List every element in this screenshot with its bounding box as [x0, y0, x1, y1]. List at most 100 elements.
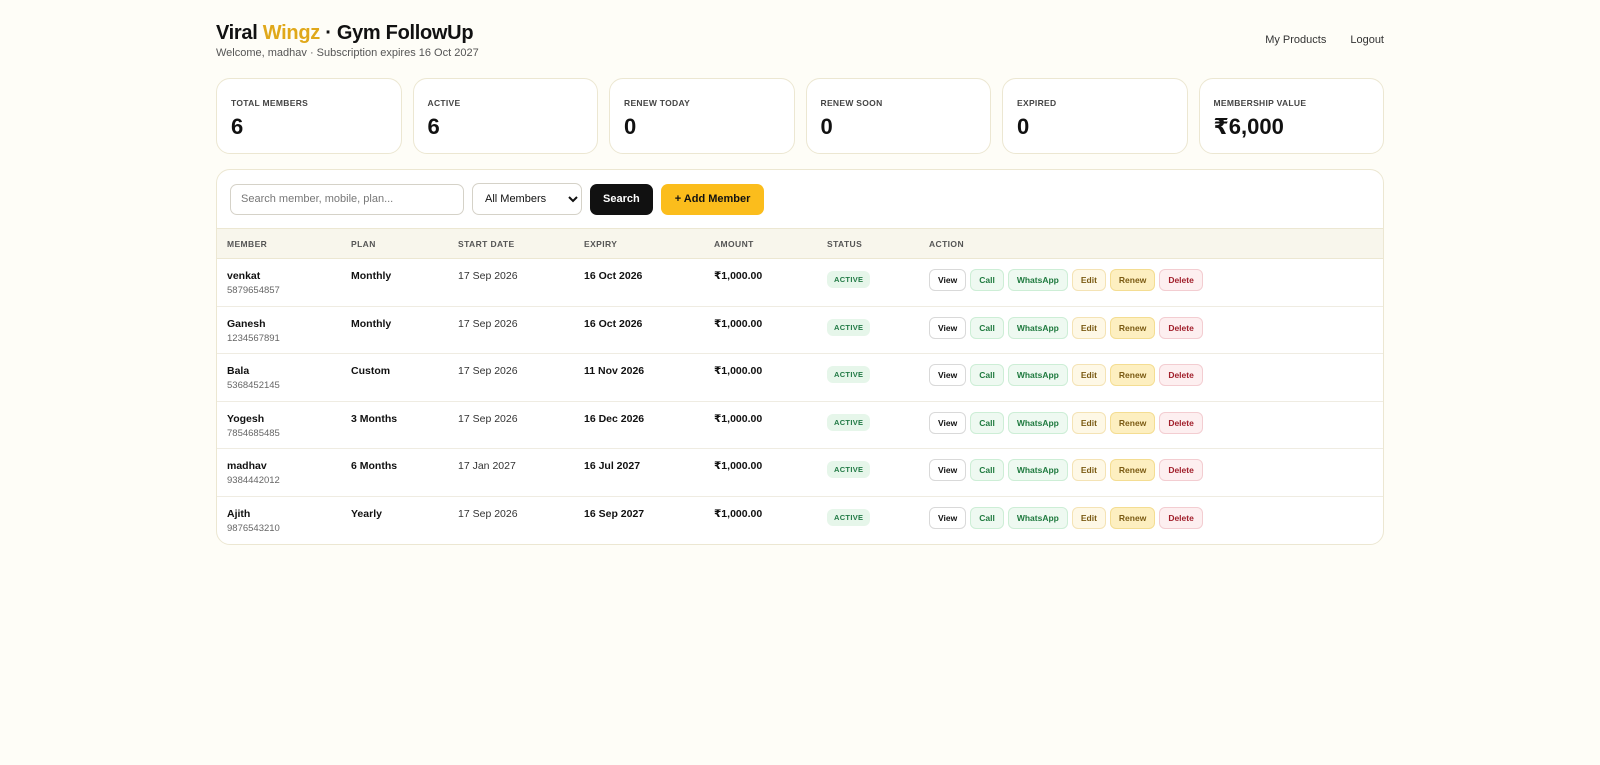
stat-value: 0 — [1017, 114, 1030, 139]
status-cell: ACTIVE — [817, 496, 919, 544]
status-badge: ACTIVE — [827, 461, 871, 479]
member-phone: 1234567891 — [227, 332, 280, 344]
whatsapp-button[interactable]: WhatsApp — [1007, 364, 1068, 387]
start-date-cell: 17 Sep 2026 — [458, 412, 518, 425]
delete-button[interactable]: Delete — [1159, 459, 1203, 482]
stat-value: 6 — [231, 114, 244, 139]
search-button[interactable]: Search — [590, 183, 653, 215]
brand-title: Viral Wingz · Gym FollowUp — [216, 22, 474, 44]
table-row: Bala 5368452145 Custom 17 Sep 2026 11 No… — [217, 354, 1383, 402]
expiry-cell: 16 Oct 2026 — [584, 270, 643, 282]
delete-button[interactable]: Delete — [1159, 364, 1203, 387]
stat-value: 0 — [820, 114, 833, 139]
call-button[interactable]: Call — [970, 506, 1004, 529]
col-plan: PLAN — [351, 238, 376, 249]
edit-button[interactable]: Edit — [1071, 316, 1106, 339]
status-badge: ACTIVE — [827, 318, 871, 336]
delete-button[interactable]: Delete — [1159, 506, 1203, 529]
expiry-cell: 16 Oct 2026 — [584, 317, 643, 330]
logout-link[interactable]: Logout — [1350, 34, 1384, 46]
call-button[interactable]: Call — [970, 316, 1004, 339]
top-nav: My Products Logout — [1265, 34, 1384, 46]
delete-button[interactable]: Delete — [1159, 269, 1203, 291]
welcome-subtitle: Welcome, madhav · Subscription expires 1… — [216, 47, 479, 59]
action-cell: View Call WhatsApp Edit Renew Delete — [919, 354, 1383, 402]
renew-button[interactable]: Renew — [1109, 364, 1156, 387]
member-cell: madhav 9384442012 — [217, 449, 341, 497]
stat-label: TOTAL MEMBERS — [231, 98, 309, 108]
amount-cell: ₹1,000.00 — [714, 412, 763, 425]
call-button[interactable]: Call — [970, 364, 1004, 387]
row-actions: View Call WhatsApp Edit Renew Delete — [929, 411, 1383, 434]
member-cell: venkat 5879654857 — [217, 259, 341, 307]
call-button[interactable]: Call — [970, 411, 1004, 434]
call-button[interactable]: Call — [970, 269, 1004, 291]
edit-button[interactable]: Edit — [1071, 269, 1106, 291]
col-start-date: START DATE — [458, 238, 515, 249]
delete-button[interactable]: Delete — [1159, 316, 1203, 339]
edit-button[interactable]: Edit — [1071, 364, 1106, 387]
view-button[interactable]: View — [929, 459, 967, 482]
edit-button[interactable]: Edit — [1071, 459, 1106, 482]
edit-button[interactable]: Edit — [1071, 506, 1106, 529]
start-date-cell: 17 Jan 2027 — [458, 460, 516, 473]
start-date-cell: 17 Sep 2026 — [458, 317, 518, 330]
whatsapp-button[interactable]: WhatsApp — [1007, 459, 1068, 482]
view-button[interactable]: View — [929, 269, 967, 291]
members-panel: All Members Search + Add Member MEMBER P… — [216, 169, 1384, 546]
amount-cell: ₹1,000.00 — [714, 507, 763, 520]
stat-renew-today: RENEW TODAY 0 — [609, 78, 795, 154]
whatsapp-button[interactable]: WhatsApp — [1007, 411, 1068, 434]
member-name: Ganesh — [227, 317, 266, 330]
start-date-cell: 17 Sep 2026 — [458, 365, 518, 378]
start-date-cell: 17 Sep 2026 — [458, 270, 518, 282]
view-button[interactable]: View — [929, 506, 967, 529]
plan-cell: 6 Months — [351, 460, 398, 473]
view-button[interactable]: View — [929, 316, 967, 339]
expiry-cell: 16 Dec 2026 — [584, 412, 645, 425]
app-container: Viral Wingz · Gym FollowUp Welcome, madh… — [216, 0, 1384, 546]
table-row: venkat 5879654857 Monthly 17 Sep 2026 16… — [217, 259, 1383, 307]
amount-cell: ₹1,000.00 — [714, 317, 763, 330]
member-name: madhav — [227, 460, 267, 473]
stat-value: 6 — [427, 114, 440, 139]
status-cell: ACTIVE — [817, 259, 919, 307]
members-table: MEMBER PLAN START DATE EXPIRY AMOUNT STA… — [217, 228, 1383, 544]
renew-button[interactable]: Renew — [1109, 459, 1156, 482]
whatsapp-button[interactable]: WhatsApp — [1007, 269, 1068, 291]
plan-cell: Yearly — [351, 507, 382, 520]
status-badge: ACTIVE — [827, 366, 871, 384]
member-cell: Yogesh 7854685485 — [217, 401, 341, 449]
stat-renew-soon: RENEW SOON 0 — [805, 78, 991, 154]
col-expiry: EXPIRY — [584, 238, 618, 249]
status-cell: ACTIVE — [817, 306, 919, 354]
whatsapp-button[interactable]: WhatsApp — [1007, 506, 1068, 529]
member-name: Yogesh — [227, 412, 265, 425]
view-button[interactable]: View — [929, 411, 967, 434]
table-row: madhav 9384442012 6 Months 17 Jan 2027 1… — [217, 449, 1383, 497]
add-member-button[interactable]: + Add Member — [660, 183, 765, 215]
stat-label: RENEW TODAY — [624, 98, 691, 108]
member-name: Ajith — [227, 507, 251, 520]
renew-button[interactable]: Renew — [1109, 316, 1156, 339]
expiry-cell: 16 Jul 2027 — [584, 460, 641, 473]
stat-membership-value: MEMBERSHIP VALUE ₹6,000 — [1198, 78, 1384, 154]
status-cell: ACTIVE — [817, 449, 919, 497]
action-cell: View Call WhatsApp Edit Renew Delete — [919, 401, 1383, 449]
member-filter-select[interactable]: All Members — [472, 183, 582, 215]
row-actions: View Call WhatsApp Edit Renew Delete — [929, 506, 1383, 529]
member-phone: 9876543210 — [227, 522, 280, 534]
view-button[interactable]: View — [929, 364, 967, 387]
col-action: ACTION — [929, 238, 964, 249]
row-actions: View Call WhatsApp Edit Renew Delete — [929, 316, 1383, 339]
call-button[interactable]: Call — [970, 459, 1004, 482]
delete-button[interactable]: Delete — [1159, 411, 1203, 434]
renew-button[interactable]: Renew — [1109, 269, 1156, 291]
whatsapp-button[interactable]: WhatsApp — [1007, 316, 1068, 339]
edit-button[interactable]: Edit — [1071, 411, 1106, 434]
my-products-link[interactable]: My Products — [1265, 34, 1326, 46]
renew-button[interactable]: Renew — [1109, 411, 1156, 434]
renew-button[interactable]: Renew — [1109, 506, 1156, 529]
search-input[interactable] — [230, 183, 464, 215]
member-name: venkat — [227, 270, 261, 282]
